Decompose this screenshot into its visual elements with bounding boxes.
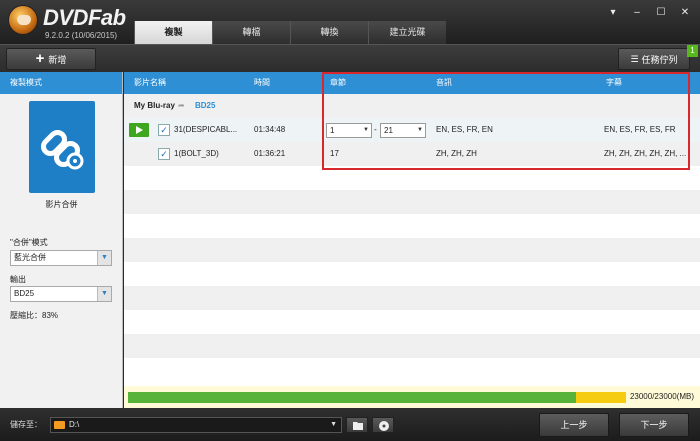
window-controls: ▾ – ☐ ✕ — [606, 6, 692, 20]
output-path-value: D:\ — [69, 420, 80, 429]
title-checkbox[interactable]: ✓ — [158, 148, 170, 160]
merge-mode-value: 藍光合併 — [14, 253, 46, 262]
queue-count-badge: 1 — [687, 45, 698, 57]
chapter-from-value: 1 — [330, 126, 335, 135]
disc-icon — [379, 421, 389, 431]
col-chapter: 章節 — [330, 78, 346, 87]
table-header: 影片名稱 時間 章節 音訊 字幕 — [124, 72, 700, 94]
empty-row — [124, 238, 700, 262]
col-audio: 音訊 — [436, 78, 452, 87]
empty-row — [124, 334, 700, 358]
merge-mode-select[interactable]: 藍光合併 ▼ — [10, 250, 112, 266]
chevron-down-icon: ▼ — [97, 287, 111, 301]
chapter-from-select[interactable]: 1 ▼ — [326, 123, 372, 138]
minimize-icon[interactable]: – — [630, 6, 644, 20]
save-to-label: 儲存至： — [10, 420, 42, 429]
empty-row — [124, 286, 700, 310]
title-table: 影片名稱 時間 章節 音訊 字幕 My Blu-ray ➦ BD25 ✓ 31(… — [124, 72, 700, 386]
title-runtime: 01:34:48 — [254, 125, 286, 134]
chevron-down-icon: ▼ — [363, 127, 369, 133]
empty-row — [124, 358, 700, 382]
col-title: 影片名稱 — [134, 78, 166, 87]
next-button[interactable]: 下一步 — [619, 413, 689, 437]
maximize-icon[interactable]: ☐ — [654, 6, 668, 20]
title-audio[interactable]: ZH, ZH, ZH — [436, 142, 477, 166]
tab-converter[interactable]: 轉換 — [290, 21, 368, 44]
output-path-field[interactable]: D:\ ▼ — [50, 417, 342, 433]
play-icon[interactable] — [129, 123, 149, 137]
title-audio[interactable]: EN, ES, FR, EN — [436, 118, 493, 142]
merge-mode-tile[interactable] — [29, 101, 95, 193]
output-value: BD25 — [14, 289, 35, 298]
col-subtitle: 字幕 — [606, 78, 622, 87]
bottom-bar: 儲存至： D:\ ▼ 上一步 下一步 — [0, 408, 700, 441]
chevron-down-icon: ▼ — [417, 127, 423, 133]
title-name: 1(BOLT_3D) — [174, 149, 219, 158]
source-name: My Blu-ray — [134, 101, 175, 110]
folder-icon — [54, 421, 65, 429]
empty-row — [124, 166, 700, 190]
mode-name-label: 影片合併 — [45, 200, 78, 209]
chevron-down-icon: ▼ — [97, 251, 111, 265]
add-source-label: 新增 — [48, 54, 67, 65]
toolbar: + 新增 ☰ 任務佇列 1 — [0, 44, 700, 72]
chapter-separator: - — [374, 125, 377, 134]
output-label: 輸出 — [10, 275, 26, 284]
empty-row — [124, 190, 700, 214]
app-name: DVDFab — [43, 5, 126, 30]
chapter-to-value: 21 — [384, 126, 393, 135]
empty-row — [124, 310, 700, 334]
empty-row — [124, 262, 700, 286]
title-name: 31(DESPICABL... — [174, 125, 238, 134]
title-runtime: 01:36:21 — [254, 149, 286, 158]
output-select[interactable]: BD25 ▼ — [10, 286, 112, 302]
app-version: 9.2.0.2 (10/06/2015) — [45, 31, 118, 40]
compression-ratio: 壓縮比：83% — [10, 311, 59, 320]
empty-row — [124, 214, 700, 238]
title-checkbox[interactable]: ✓ — [158, 124, 170, 136]
iso-button[interactable] — [372, 417, 394, 433]
title-subtitle[interactable]: EN, ES, FR, ES, FR — [604, 118, 676, 142]
task-queue-label: 任務佇列 — [641, 54, 678, 65]
title-chapters: 17 — [330, 149, 339, 158]
tab-ripper[interactable]: 轉檔 — [212, 21, 290, 44]
capacity-extra — [576, 392, 626, 403]
capacity-text: 23000/23000(MB) — [629, 392, 694, 401]
close-icon[interactable]: ✕ — [678, 6, 692, 20]
chevron-down-icon[interactable]: ▼ — [330, 418, 337, 432]
title-bar: DVDFab 9.2.0.2 (10/06/2015) 複製 轉檔 轉換 建立光… — [0, 0, 700, 44]
add-source-button[interactable]: + 新增 — [6, 48, 96, 70]
plus-icon: + — [35, 50, 45, 67]
chapter-to-select[interactable]: 21 ▼ — [380, 123, 426, 138]
arrow-right-icon: ➦ — [178, 101, 185, 110]
task-queue-button[interactable]: ☰ 任務佇列 — [618, 48, 690, 70]
col-runtime: 時間 — [254, 78, 270, 87]
table-row[interactable]: ✓ 1(BOLT_3D) 01:36:21 17 ZH, ZH, ZH ZH, … — [124, 142, 700, 166]
capacity-bar — [128, 392, 626, 403]
copy-mode-header: 複製模式 — [0, 72, 122, 94]
table-row[interactable]: ✓ 31(DESPICABL... 01:34:48 1 ▼ - 21 ▼ EN… — [124, 118, 700, 142]
source-target: BD25 — [195, 101, 216, 110]
merge-mode-label: "合併"模式 — [10, 238, 48, 247]
tab-creator[interactable]: 建立光碟 — [368, 21, 446, 44]
menu-dropdown-icon[interactable]: ▾ — [606, 6, 620, 20]
dvdfab-logo-icon — [8, 5, 38, 35]
tab-copy[interactable]: 複製 — [134, 21, 212, 44]
browse-folder-button[interactable] — [346, 417, 368, 433]
title-subtitle[interactable]: ZH, ZH, ZH, ZH, ZH, ... — [604, 142, 686, 166]
chain-link-icon — [40, 129, 84, 170]
capacity-bar-area: 23000/23000(MB) — [124, 386, 700, 408]
folder-open-icon — [353, 422, 363, 430]
left-panel: 複製模式 影片合併 "合併"模式 藍光合併 ▼ 輸出 BD25 ▼ 壓縮比：83… — [0, 72, 123, 408]
back-button[interactable]: 上一步 — [539, 413, 609, 437]
source-row: My Blu-ray ➦ BD25 — [124, 94, 700, 118]
list-icon: ☰ — [630, 53, 639, 64]
capacity-used — [128, 392, 577, 403]
